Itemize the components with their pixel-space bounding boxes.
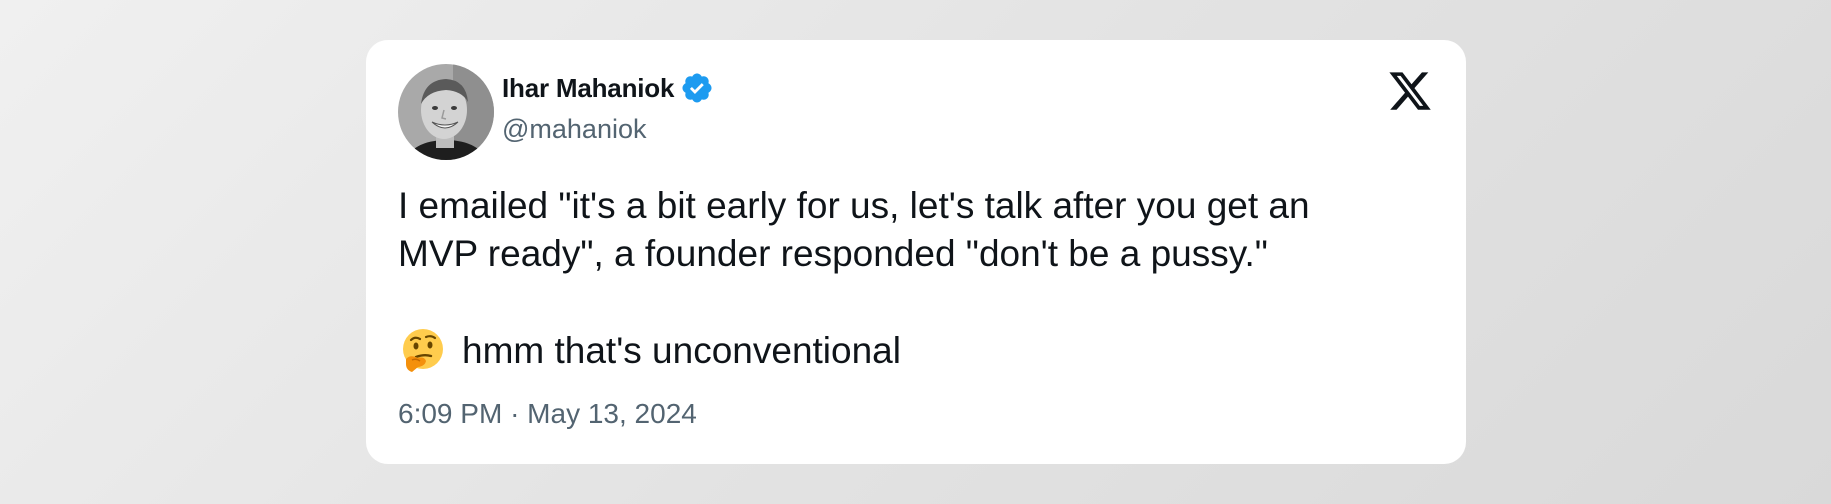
- tweet-text-line: hmm that's unconventional: [462, 330, 901, 371]
- avatar-photo: [398, 64, 494, 160]
- tweet-card: Ihar Mahaniok @mahaniok I emailed "it's …: [366, 40, 1466, 464]
- tweet-text: I emailed "it's a bit early for us, let'…: [398, 182, 1438, 376]
- verified-badge-icon: [680, 71, 714, 105]
- tweet-emoji-line: hmm that's unconventional: [398, 326, 1438, 376]
- tweet-date: May 13, 2024: [527, 398, 697, 429]
- author-name[interactable]: Ihar Mahaniok: [502, 73, 674, 104]
- author-avatar[interactable]: [398, 64, 494, 160]
- author-name-row: Ihar Mahaniok: [502, 70, 714, 106]
- x-logo-icon[interactable]: [1387, 68, 1433, 114]
- tweet-text-line: MVP ready", a founder responded "don't b…: [398, 233, 1268, 274]
- author-handle[interactable]: @mahaniok: [502, 114, 646, 145]
- tweet-timestamp[interactable]: 6:09 PM · May 13, 2024: [398, 398, 697, 430]
- tweet-time: 6:09 PM: [398, 398, 503, 429]
- tweet-text-line: I emailed "it's a bit early for us, let'…: [398, 185, 1310, 226]
- timestamp-separator: ·: [510, 398, 520, 429]
- thinking-face-icon: [398, 326, 448, 376]
